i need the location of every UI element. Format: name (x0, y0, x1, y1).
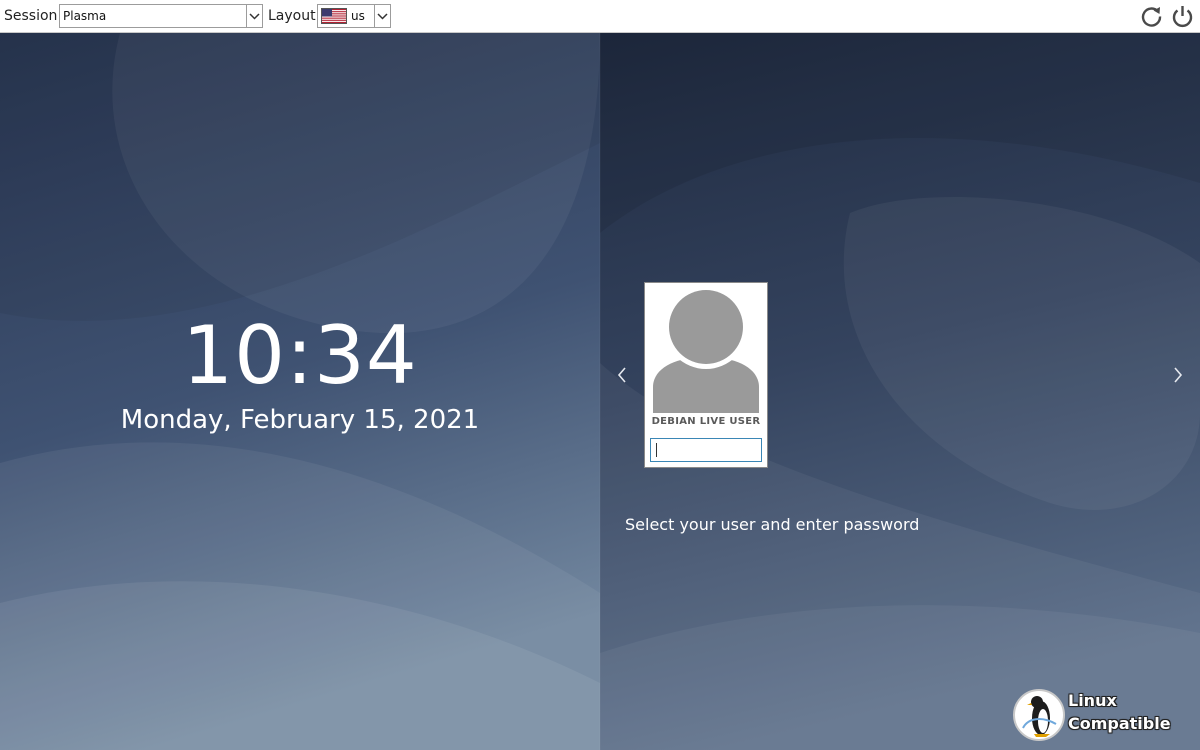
chevron-down-icon (246, 5, 262, 27)
clock-date: Monday, February 15, 2021 (120, 405, 480, 435)
penguin-logo-icon (1013, 689, 1065, 741)
login-screen: Session Plasma Layout us 10:34 Monday, F… (0, 0, 1200, 750)
session-label: Session (4, 8, 58, 24)
reboot-icon[interactable] (1139, 4, 1164, 29)
text-caret (656, 443, 657, 457)
layout-select[interactable]: us (317, 4, 391, 28)
password-input[interactable] (650, 438, 762, 462)
chevron-left-icon[interactable] (615, 363, 629, 387)
power-icon[interactable] (1170, 4, 1195, 29)
session-select[interactable]: Plasma (59, 4, 263, 28)
layout-label: Layout (268, 8, 316, 24)
clock-time: 10:34 (182, 309, 418, 402)
linux-compatible-watermark: Linux Compatible (1012, 688, 1197, 744)
user-card[interactable]: DEBIAN LIVE USER (644, 282, 768, 468)
user-avatar-icon (653, 287, 759, 413)
top-bar: Session Plasma Layout us (0, 0, 1200, 33)
chevron-right-icon[interactable] (1171, 363, 1185, 387)
layout-select-value: us (351, 9, 365, 23)
login-hint: Select your user and enter password (625, 515, 920, 534)
watermark-line1: Linux (1068, 691, 1117, 710)
watermark-line2: Compatible (1068, 714, 1171, 733)
chevron-down-icon (374, 5, 390, 27)
session-select-value: Plasma (63, 9, 107, 23)
us-flag-icon (321, 8, 347, 24)
user-name: DEBIAN LIVE USER (651, 416, 761, 427)
